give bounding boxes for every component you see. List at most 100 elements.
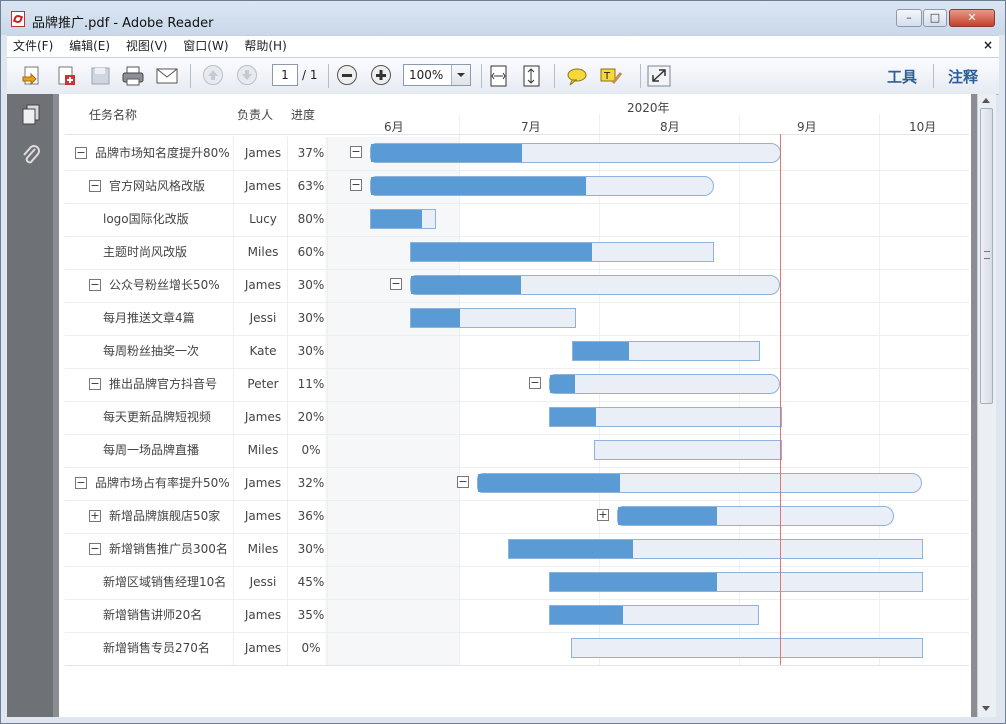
column-divider <box>233 368 234 401</box>
table-row[interactable]: 每天更新品牌短视频 James 20% <box>65 401 969 435</box>
collapse-icon[interactable]: − <box>75 147 87 159</box>
task-owner: James <box>244 146 282 160</box>
scroll-thumb[interactable] <box>980 108 993 404</box>
menu-window[interactable]: 窗口(W) <box>177 36 234 56</box>
gantt-bar[interactable] <box>370 143 781 163</box>
menu-view[interactable]: 视图(V) <box>120 36 174 56</box>
print-icon[interactable] <box>121 65 145 87</box>
menu-help[interactable]: 帮助(H) <box>238 36 292 56</box>
gantt-bar[interactable] <box>477 473 922 493</box>
zoom-out-icon[interactable] <box>337 65 357 85</box>
previous-page-icon[interactable] <box>203 65 223 85</box>
column-divider <box>233 236 234 269</box>
separator <box>328 64 329 88</box>
collapse-icon[interactable]: − <box>75 477 87 489</box>
menu-bar: 文件(F) 编辑(E) 视图(V) 窗口(W) 帮助(H) × <box>7 35 999 58</box>
open-file-icon[interactable] <box>21 65 45 87</box>
collapse-icon[interactable]: − <box>529 377 541 389</box>
gantt-bar[interactable] <box>370 209 436 229</box>
expand-view-icon[interactable] <box>647 65 671 87</box>
column-divider <box>287 137 288 170</box>
highlight-text-icon[interactable]: T <box>599 65 623 87</box>
next-page-icon[interactable] <box>237 65 257 85</box>
expand-icon[interactable]: + <box>89 510 101 522</box>
task-progress: 63% <box>297 179 325 193</box>
gantt-bar[interactable] <box>410 242 714 262</box>
gantt-bar[interactable] <box>549 374 780 394</box>
close-document-button[interactable]: × <box>983 38 993 52</box>
column-task-header: 任务名称 <box>89 108 138 122</box>
table-row[interactable]: logo国际化改版 Lucy 80% <box>65 203 969 237</box>
task-name: 每周粉丝抽奖一次 <box>103 344 200 358</box>
expand-icon[interactable]: + <box>597 509 609 521</box>
task-name: 每月推送文章4篇 <box>103 311 195 325</box>
menu-edit[interactable]: 编辑(E) <box>63 36 116 56</box>
collapse-icon[interactable]: − <box>350 146 362 158</box>
task-progress: 0% <box>301 641 321 655</box>
pdf-page: 任务名称 负责人 进度 2020年 6月 7月 8月 9月 10月 − 品牌市场知… <box>59 94 971 717</box>
separator <box>933 64 934 88</box>
gantt-bar[interactable] <box>571 638 923 658</box>
column-divider <box>327 599 328 632</box>
gantt-bar[interactable] <box>617 506 894 526</box>
column-divider <box>327 203 328 236</box>
sticky-note-icon[interactable] <box>565 65 589 87</box>
minimize-button[interactable]: – <box>896 9 922 27</box>
chevron-down-icon[interactable] <box>451 65 470 85</box>
table-row[interactable]: 每周一场品牌直播 Miles 0% <box>65 434 969 468</box>
task-progress: 35% <box>297 608 325 622</box>
gantt-bar[interactable] <box>549 407 782 427</box>
app-window: 品牌推广.pdf - Adobe Reader – □ ✕ 文件(F) 编辑(E… <box>0 0 1006 724</box>
email-icon[interactable] <box>155 65 179 87</box>
column-divider <box>327 170 328 203</box>
table-row[interactable]: 新增销售讲师20名 James 35% <box>65 599 969 633</box>
fit-page-icon[interactable] <box>487 65 511 87</box>
task-name: 推出品牌官方抖音号 <box>109 377 218 391</box>
menu-file[interactable]: 文件(F) <box>7 36 59 56</box>
gantt-bar[interactable] <box>508 539 923 559</box>
save-icon[interactable] <box>89 65 113 87</box>
task-owner: Jessi <box>249 311 277 325</box>
page-number-input[interactable]: 1 <box>272 64 298 86</box>
column-divider <box>233 203 234 236</box>
gantt-bar[interactable] <box>572 341 760 361</box>
separator <box>190 64 191 88</box>
gantt-bar[interactable] <box>594 440 782 460</box>
tools-link[interactable]: 工具 <box>887 66 917 87</box>
table-row[interactable]: 每周粉丝抽奖一次 Kate 30% <box>65 335 969 369</box>
comment-link[interactable]: 注释 <box>948 66 978 87</box>
vertical-scrollbar[interactable] <box>977 94 996 717</box>
gantt-bar-progress <box>509 540 633 558</box>
toolbar: 1 / 1 100% T 工具 注释 <box>7 57 999 95</box>
pages-panel-icon[interactable] <box>21 104 41 126</box>
create-pdf-icon[interactable] <box>55 65 79 87</box>
collapse-icon[interactable]: − <box>89 543 101 555</box>
gantt-bar[interactable] <box>549 572 923 592</box>
column-divider <box>287 632 288 665</box>
maximize-button[interactable]: □ <box>923 9 947 27</box>
gantt-bar[interactable] <box>410 275 780 295</box>
gantt-bar[interactable] <box>370 176 714 196</box>
collapse-icon[interactable]: − <box>89 180 101 192</box>
month-label: 6月 <box>384 120 404 134</box>
table-row[interactable]: − 推出品牌官方抖音号 Peter 11% <box>65 368 969 402</box>
pdf-file-icon <box>11 11 25 27</box>
collapse-icon[interactable]: − <box>457 476 469 488</box>
scroll-up-icon[interactable] <box>982 98 990 103</box>
task-progress: 20% <box>297 410 325 424</box>
collapse-icon[interactable]: − <box>89 378 101 390</box>
column-divider <box>287 203 288 236</box>
gantt-bar[interactable] <box>549 605 759 625</box>
zoom-in-icon[interactable] <box>371 65 391 85</box>
attachment-icon[interactable] <box>21 144 41 166</box>
close-button[interactable]: ✕ <box>949 9 995 27</box>
task-progress: 45% <box>297 575 325 589</box>
column-owner-header: 负责人 <box>237 108 274 122</box>
fit-width-icon[interactable] <box>520 65 544 87</box>
scroll-down-icon[interactable] <box>982 706 990 711</box>
zoom-select[interactable]: 100% <box>403 64 471 86</box>
collapse-icon[interactable]: − <box>390 278 402 290</box>
collapse-icon[interactable]: − <box>89 279 101 291</box>
collapse-icon[interactable]: − <box>350 179 362 191</box>
gantt-bar[interactable] <box>410 308 576 328</box>
